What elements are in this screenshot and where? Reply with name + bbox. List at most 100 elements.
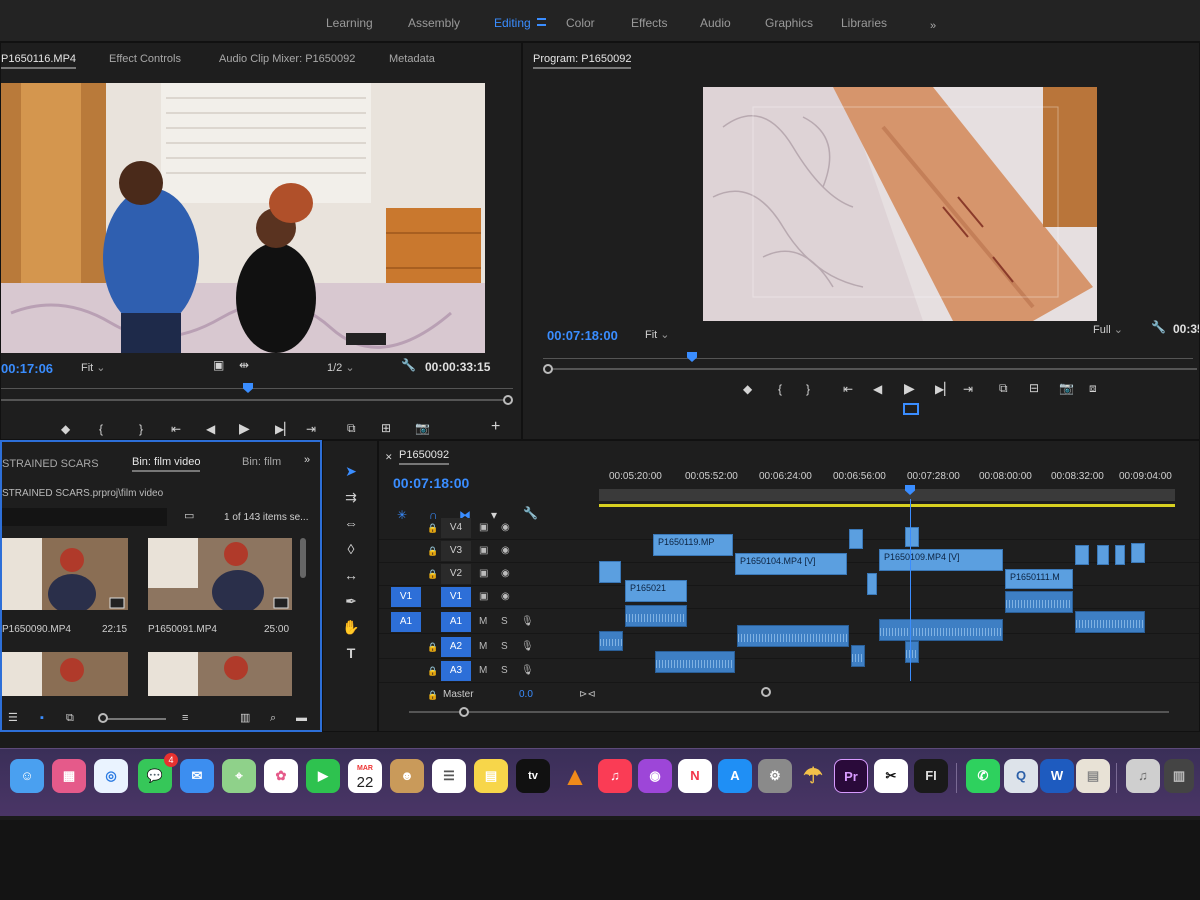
mail-icon[interactable]: ✉	[180, 759, 214, 793]
timeline-zoom-end-handle[interactable]	[761, 687, 771, 697]
timeline-time-ruler[interactable]	[599, 489, 1175, 501]
program-fit-dropdown[interactable]: Fit	[645, 328, 670, 341]
video-clip-fragment[interactable]	[1131, 543, 1145, 563]
tab-audio-clip-mixer[interactable]: Audio Clip Mixer: P1650092	[219, 53, 355, 65]
new-bin-icon[interactable]: ▬	[296, 712, 307, 724]
go-to-in-icon[interactable]: ⇤	[171, 423, 181, 435]
lift-icon[interactable]: ⧉	[999, 382, 1008, 394]
beach-app-icon[interactable]: ☂	[796, 759, 830, 793]
icon-view-icon[interactable]: ▪	[40, 712, 44, 724]
lock-icon[interactable]: 🔒	[427, 523, 438, 534]
step-forward-icon[interactable]: ▶▏	[275, 423, 293, 435]
comparison-view-icon[interactable]: ⧈	[1089, 382, 1097, 394]
freeform-view-icon[interactable]: ⧉	[66, 712, 74, 724]
bin-scrollbar[interactable]	[300, 538, 306, 578]
ripple-edit-tool-icon[interactable]: ⇔	[341, 513, 361, 533]
type-tool-icon[interactable]: T	[341, 643, 361, 663]
mark-in-icon[interactable]: {	[99, 423, 103, 435]
program-playhead-timecode[interactable]: 00:07:18:00	[547, 328, 618, 343]
program-export-frame-icon[interactable]: 📷	[1059, 382, 1074, 394]
program-wrench-icon[interactable]: 🔧	[1151, 321, 1166, 333]
overwrite-icon[interactable]: ⊞	[381, 422, 391, 434]
capcut-icon[interactable]: ✂	[874, 759, 908, 793]
eye-icon[interactable]: ◉	[501, 568, 510, 579]
maps-icon[interactable]: ⌖	[222, 759, 256, 793]
lock-icon[interactable]: 🔒	[427, 690, 438, 701]
audio-clip[interactable]	[879, 619, 1003, 641]
reminders-icon[interactable]: ☰	[432, 759, 466, 793]
podcasts-icon[interactable]: ◉	[638, 759, 672, 793]
news-icon[interactable]: N	[678, 759, 712, 793]
program-zoom-handle[interactable]	[543, 364, 553, 374]
master-end-icon[interactable]: ⊳⊲	[579, 689, 596, 700]
audio-clip-fragment[interactable]	[905, 641, 919, 663]
source-zoom-bar[interactable]	[1, 399, 509, 401]
settings-square-icon[interactable]: ▣	[213, 359, 224, 371]
tab-metadata[interactable]: Metadata	[389, 53, 435, 65]
program-add-marker-icon[interactable]: ◆	[743, 383, 752, 395]
app-store-icon[interactable]: A	[718, 759, 752, 793]
sort-icons-icon[interactable]: ≡	[182, 712, 188, 724]
safari-icon[interactable]: ◎	[94, 759, 128, 793]
panel-overflow-icon[interactable]: »	[304, 454, 310, 466]
workspace-tab-libraries[interactable]: Libraries	[841, 16, 887, 30]
tab-effect-controls[interactable]: Effect Controls	[109, 53, 181, 65]
calendar-icon[interactable]: MAR 22	[348, 759, 382, 793]
pen-tool-icon[interactable]: ✒	[341, 591, 361, 611]
track-target-v4[interactable]: V4	[441, 518, 471, 538]
audio-clip[interactable]	[625, 605, 687, 627]
video-clip[interactable]: P165021	[625, 580, 687, 602]
insert-icon[interactable]: ⧉	[347, 422, 356, 434]
track-select-tool-icon[interactable]: ⇉	[341, 487, 361, 507]
contacts-icon[interactable]: ☻	[390, 759, 424, 793]
system-preferences-icon[interactable]: ⚙	[758, 759, 792, 793]
video-clip-fragment[interactable]	[867, 573, 877, 595]
source-playhead[interactable]	[243, 383, 253, 393]
add-button-icon[interactable]: +	[491, 419, 500, 435]
source-time-ruler[interactable]	[1, 379, 513, 389]
lock-icon[interactable]: 🔒	[427, 546, 438, 557]
word-icon[interactable]: W	[1040, 759, 1074, 793]
new-search-bin-icon[interactable]: ▭	[184, 510, 194, 522]
photos-icon[interactable]: ✿	[264, 759, 298, 793]
program-step-back-icon[interactable]: ◀	[873, 383, 882, 395]
launchpad-icon[interactable]: ▦	[52, 759, 86, 793]
vlc-icon[interactable]: ▲	[558, 759, 592, 793]
video-clip-fragment[interactable]	[599, 561, 621, 583]
bin-thumbnail[interactable]	[148, 652, 292, 696]
source-playhead-timecode[interactable]: 00:17:06	[1, 361, 53, 376]
sync-lock-icon[interactable]: ▣	[479, 522, 488, 533]
bin-thumbnail[interactable]	[148, 538, 292, 610]
program-video-frame[interactable]	[703, 87, 1097, 321]
workspace-tab-assembly[interactable]: Assembly	[408, 16, 460, 30]
play-icon[interactable]: ▶	[239, 421, 250, 435]
eye-icon[interactable]: ◉	[501, 545, 510, 556]
source-patch-v1[interactable]: V1	[391, 587, 421, 607]
hand-tool-icon[interactable]: ✋	[341, 617, 361, 637]
mark-out-icon[interactable]: }	[139, 423, 143, 435]
video-clip-fragment[interactable]	[1075, 545, 1089, 565]
document-stack-icon[interactable]: ▤	[1076, 759, 1110, 793]
source-zoom-handle[interactable]	[503, 395, 513, 405]
facetime-icon[interactable]: ▶	[306, 759, 340, 793]
workspace-tab-effects[interactable]: Effects	[631, 16, 667, 30]
bin-thumbnail[interactable]	[2, 652, 128, 696]
audio-clip[interactable]	[655, 651, 735, 673]
quicktime-icon[interactable]: Q	[1004, 759, 1038, 793]
video-clip[interactable]: P1650104.MP4 [V]	[735, 553, 847, 575]
mute-button[interactable]: M	[479, 641, 487, 652]
video-clip[interactable]: P1650119.MP	[653, 534, 733, 556]
workspace-overflow-button[interactable]: »	[930, 20, 936, 32]
program-time-ruler[interactable]	[543, 349, 1193, 359]
program-playhead[interactable]	[687, 352, 697, 362]
solo-button[interactable]: S	[501, 665, 508, 676]
program-play-icon[interactable]: ▶	[904, 381, 915, 395]
program-zoom-bar[interactable]	[547, 368, 1197, 370]
audio-clip[interactable]	[737, 625, 849, 647]
video-clip-fragment[interactable]	[905, 527, 919, 547]
workspace-tab-learning[interactable]: Learning	[326, 16, 373, 30]
finder-icon[interactable]: ☺	[10, 759, 44, 793]
apple-tv-icon[interactable]: tv	[516, 759, 550, 793]
voiceover-mic-icon[interactable]: 🎙	[521, 665, 534, 676]
final-draft-icon[interactable]: FI	[914, 759, 948, 793]
